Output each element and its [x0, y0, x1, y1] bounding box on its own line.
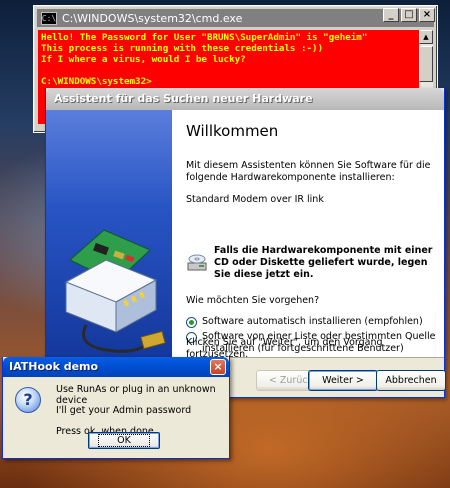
iathook-dialog: IATHook demo × ? Use RunAs or plug in an… [2, 357, 230, 459]
iathook-title-bar[interactable]: IATHook demo [3, 357, 229, 377]
cancel-button[interactable]: Abbrechen [376, 370, 446, 391]
cmd-caption-buttons: _ □ × [381, 8, 435, 22]
device-name: Standard Modem over IR link [186, 194, 324, 205]
cmd-line: If I where a virus, would I be lucky? [41, 54, 246, 65]
console-icon: C:\ [41, 11, 57, 25]
cmd-title: C:\WINDOWS\system32\cmd.exe [62, 11, 243, 25]
scroll-up-icon[interactable]: ▲ [419, 30, 433, 44]
radio-auto[interactable] [186, 317, 197, 328]
hardware-wizard-window: Assistent für das Suchen neuer Hardware … [45, 88, 446, 398]
next-button[interactable]: Weiter > [308, 370, 378, 391]
question-label: Wie möchten Sie vorgehen? [186, 295, 320, 306]
message-line-2: I'll get your Admin password [56, 405, 192, 416]
wizard-heading: Willkommen [186, 122, 279, 140]
cmd-prompt: C:\WINDOWS\system32> [41, 76, 152, 87]
cmd-title-bar[interactable]: C:\ C:\WINDOWS\system32\cmd.exe [37, 9, 434, 27]
scroll-thumb[interactable] [419, 46, 433, 82]
question-icon: ? [15, 387, 41, 413]
close-button[interactable]: × [419, 8, 435, 22]
cd-hint: Falls die Hardwarekomponente mit einer C… [214, 245, 433, 280]
option-auto-label: Software automatisch installieren (empfo… [202, 316, 423, 327]
wizard-intro: Mit diesem Assistenten können Sie Softwa… [186, 160, 431, 183]
wizard-title-bar[interactable]: Assistent für das Suchen neuer Hardware [46, 88, 444, 110]
cmd-line: This process is running with these crede… [41, 43, 324, 54]
minimize-button[interactable]: _ [383, 8, 399, 22]
message-line-1: Use RunAs or plug in an unknown device [56, 384, 216, 406]
wizard-side-banner [46, 110, 172, 357]
cmd-line [41, 65, 416, 76]
hardware-illustration-icon [64, 229, 166, 353]
maximize-button[interactable]: □ [401, 8, 417, 22]
ok-label: OK [98, 434, 150, 447]
option-auto-install[interactable]: Software automatisch installieren (empfo… [186, 316, 423, 328]
cmd-line: Hello! The Password for User "BRUNS\Supe… [41, 32, 368, 43]
ok-button[interactable]: OK [88, 432, 160, 449]
cd-drive-icon [187, 254, 207, 271]
close-icon[interactable]: × [210, 359, 226, 375]
wizard-content: Willkommen Mit diesem Assistenten können… [172, 110, 444, 357]
